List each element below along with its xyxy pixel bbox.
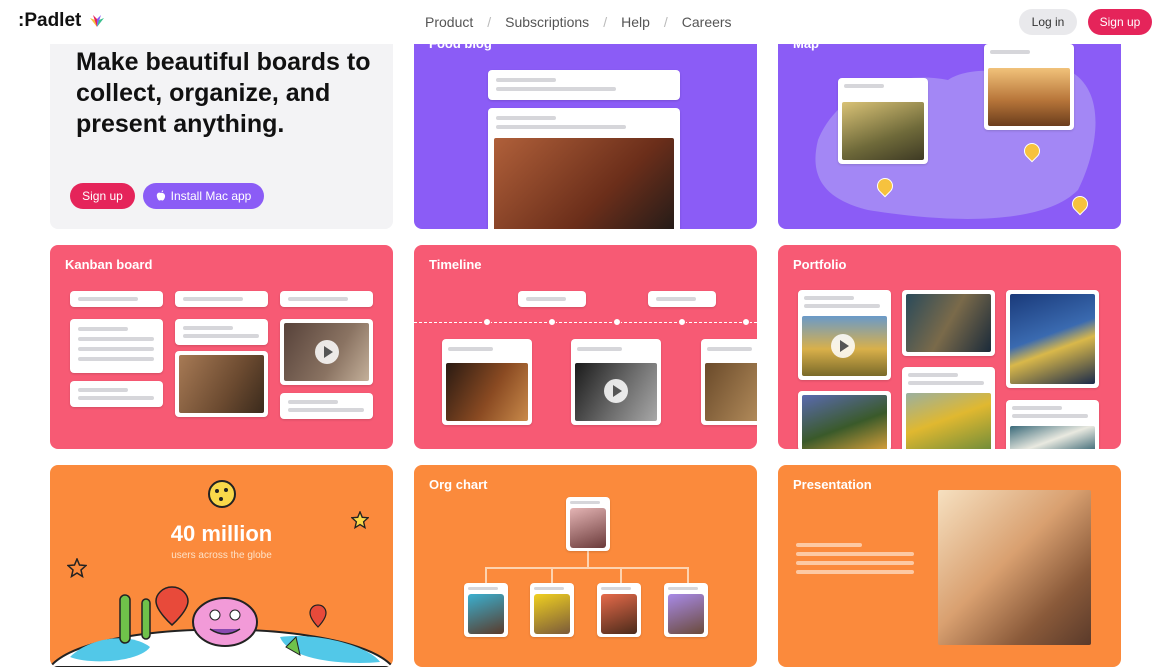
- nav-separator: /: [663, 14, 668, 30]
- post-card: [488, 70, 680, 100]
- post-card: [442, 339, 532, 425]
- avatar: [534, 594, 570, 634]
- presentation-tile[interactable]: Presentation: [778, 465, 1121, 667]
- main-nav: Product / Subscriptions / Help / Careers: [425, 14, 732, 30]
- timeline-dot: [742, 318, 750, 326]
- org-node-ceo: [566, 497, 610, 551]
- star-outline-icon: [67, 558, 87, 578]
- header-signup-button[interactable]: Sign up: [1088, 9, 1152, 35]
- kanban-board-tile[interactable]: Kanban board: [50, 245, 393, 449]
- user-count: 40 million: [170, 521, 273, 546]
- self-portrait-painting: [906, 294, 991, 352]
- nav-help[interactable]: Help: [621, 14, 650, 30]
- post-card: [70, 319, 163, 373]
- timeline-dot: [613, 318, 621, 326]
- statue-photo: [705, 363, 757, 421]
- almond-blossom-painting: [1010, 426, 1095, 449]
- avatar: [668, 594, 704, 634]
- play-icon[interactable]: [315, 340, 339, 364]
- books-photo: [179, 355, 264, 413]
- avatar: [601, 594, 637, 634]
- org-chart-tile[interactable]: Org chart: [414, 465, 757, 667]
- org-node: [530, 583, 574, 637]
- post-card: [798, 391, 891, 449]
- nav-subscriptions[interactable]: Subscriptions: [505, 14, 589, 30]
- starry-night-painting: [1010, 294, 1095, 384]
- irises-painting: [802, 395, 887, 449]
- install-mac-app-button[interactable]: Install Mac app: [143, 183, 264, 209]
- user-count-caption: users across the globe: [171, 550, 272, 561]
- living-room-image: [938, 490, 1091, 645]
- padlet-logo[interactable]: :Padlet: [18, 10, 105, 32]
- timeline-dot: [678, 318, 686, 326]
- sunflowers-painting: [906, 393, 991, 449]
- nav-separator: /: [603, 14, 608, 30]
- post-card: [798, 290, 891, 380]
- padlet-leaf-icon: [90, 15, 105, 27]
- play-icon[interactable]: [831, 334, 855, 358]
- login-button[interactable]: Log in: [1019, 9, 1077, 35]
- post-card: [571, 339, 661, 425]
- post-card: [1006, 290, 1099, 388]
- apple-icon: [156, 190, 165, 201]
- portfolio-title: Portfolio: [793, 257, 847, 272]
- timeline-tile[interactable]: Timeline: [414, 245, 757, 449]
- nav-careers[interactable]: Careers: [682, 14, 732, 30]
- play-icon[interactable]: [604, 379, 628, 403]
- globe-illustration: [50, 586, 393, 667]
- timeline-dot: [483, 318, 491, 326]
- post-card: [280, 319, 373, 385]
- hero-signup-button[interactable]: Sign up: [70, 183, 135, 209]
- timeline-title: Timeline: [429, 257, 482, 272]
- sushi-photo: [494, 138, 674, 229]
- org-node: [597, 583, 641, 637]
- presentation-title: Presentation: [793, 477, 872, 492]
- lion-photo: [988, 68, 1070, 126]
- avatar: [570, 508, 606, 548]
- post-card: [175, 351, 268, 417]
- portrait-photo: [446, 363, 528, 421]
- portfolio-tile[interactable]: Portfolio: [778, 245, 1121, 449]
- post-card: [902, 367, 995, 449]
- install-mac-app-label: Install Mac app: [170, 189, 252, 203]
- post-card: [1006, 400, 1099, 449]
- user-stats-tile: 40 million users across the globe: [50, 465, 393, 667]
- post-card: [984, 44, 1074, 130]
- post-card: [902, 290, 995, 356]
- kanban-board-title: Kanban board: [65, 257, 153, 272]
- avatar: [468, 594, 504, 634]
- nav-separator: /: [487, 14, 492, 30]
- logo-text: :Padlet: [18, 10, 82, 31]
- hero-title: Make beautiful boards to collect, organi…: [76, 48, 371, 138]
- post-card: [488, 108, 680, 229]
- post-card: [701, 339, 757, 425]
- nav-product[interactable]: Product: [425, 14, 473, 30]
- org-node: [664, 583, 708, 637]
- timeline-dot: [548, 318, 556, 326]
- food-blog-tile[interactable]: Food blog: [414, 30, 757, 229]
- post-card: [838, 78, 928, 164]
- elephant-photo: [842, 102, 924, 160]
- moon-face-icon: [208, 480, 236, 508]
- site-header: :Padlet Product / Subscriptions / Help /…: [0, 0, 1157, 44]
- map-tile[interactable]: Map: [778, 30, 1121, 229]
- timeline-axis: [414, 322, 757, 323]
- org-node: [464, 583, 508, 637]
